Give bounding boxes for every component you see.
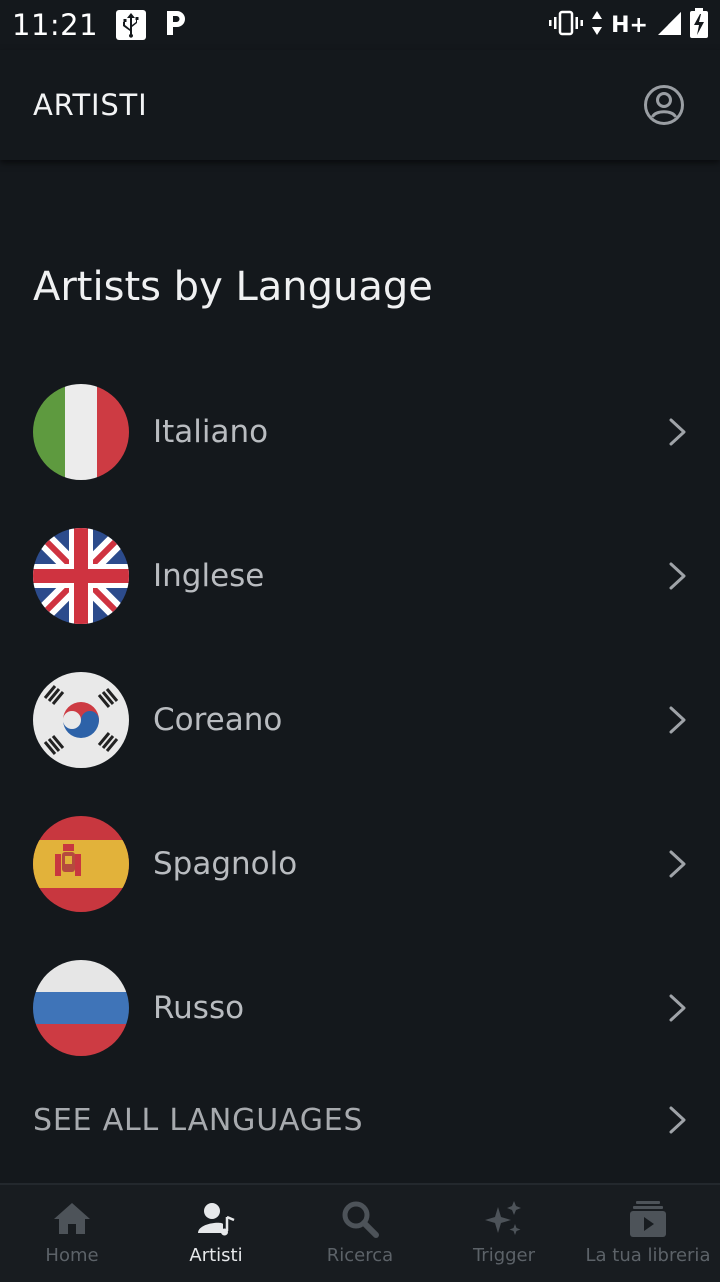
account-button[interactable] bbox=[641, 82, 687, 128]
app-bar: ARTISTI bbox=[0, 50, 720, 160]
nav-trigger[interactable]: Trigger bbox=[432, 1185, 576, 1282]
data-arrows-icon bbox=[591, 10, 603, 40]
language-list: Italiano Inglese Coreano Spagnolo Russo bbox=[0, 360, 720, 1080]
chevron-right-icon bbox=[669, 1106, 686, 1134]
usb-icon bbox=[116, 10, 147, 40]
status-time: 11:21 bbox=[12, 8, 99, 42]
chevron-right-icon bbox=[669, 994, 686, 1022]
chevron-right-icon bbox=[669, 706, 686, 734]
italy-flag-icon bbox=[33, 384, 129, 480]
network-type: H+ bbox=[611, 12, 648, 38]
chevron-right-icon bbox=[669, 562, 686, 590]
language-item-russo[interactable]: Russo bbox=[0, 936, 720, 1080]
bottom-navigation: Home Artisti Ricerca Trigger La tua libr… bbox=[0, 1183, 720, 1282]
nav-label: Home bbox=[45, 1245, 99, 1266]
see-all-label: SEE ALL LANGUAGES bbox=[33, 1102, 364, 1138]
search-icon bbox=[342, 1201, 379, 1238]
nav-la-tua-libreria[interactable]: La tua libreria bbox=[576, 1185, 720, 1282]
account-icon bbox=[644, 85, 684, 125]
language-label: Inglese bbox=[153, 558, 265, 594]
sparkle-icon bbox=[485, 1201, 521, 1235]
library-icon bbox=[630, 1201, 666, 1237]
nav-label: La tua libreria bbox=[585, 1245, 711, 1266]
section-title: Artists by Language bbox=[33, 264, 433, 310]
russia-flag-icon bbox=[33, 960, 129, 1056]
vibrate-icon bbox=[549, 10, 584, 40]
language-item-italiano[interactable]: Italiano bbox=[0, 360, 720, 504]
signal-icon bbox=[656, 10, 682, 40]
spain-flag-icon bbox=[33, 816, 129, 912]
nav-label: Ricerca bbox=[326, 1245, 394, 1266]
nav-artisti[interactable]: Artisti bbox=[144, 1185, 288, 1282]
language-label: Italiano bbox=[153, 414, 269, 450]
language-label: Coreano bbox=[153, 702, 283, 738]
nav-label: Artisti bbox=[189, 1245, 243, 1266]
language-item-inglese[interactable]: Inglese bbox=[0, 504, 720, 648]
south-korea-flag-icon bbox=[33, 672, 129, 768]
language-item-coreano[interactable]: Coreano bbox=[0, 648, 720, 792]
status-bar: 11:21 H+ bbox=[0, 0, 720, 50]
see-all-languages-button[interactable]: SEE ALL LANGUAGES bbox=[0, 1060, 720, 1180]
nav-ricerca[interactable]: Ricerca bbox=[288, 1185, 432, 1282]
battery-icon bbox=[690, 8, 708, 42]
nav-home[interactable]: Home bbox=[0, 1185, 144, 1282]
uk-flag-icon bbox=[33, 528, 129, 624]
home-icon bbox=[54, 1203, 90, 1234]
language-item-spagnolo[interactable]: Spagnolo bbox=[0, 792, 720, 936]
chevron-right-icon bbox=[669, 418, 686, 446]
page-title: ARTISTI bbox=[33, 88, 148, 122]
nav-label: Trigger bbox=[472, 1245, 536, 1266]
parking-icon bbox=[164, 9, 188, 42]
artist-icon bbox=[198, 1203, 235, 1236]
language-label: Russo bbox=[153, 990, 245, 1026]
chevron-right-icon bbox=[669, 850, 686, 878]
language-label: Spagnolo bbox=[153, 846, 298, 882]
